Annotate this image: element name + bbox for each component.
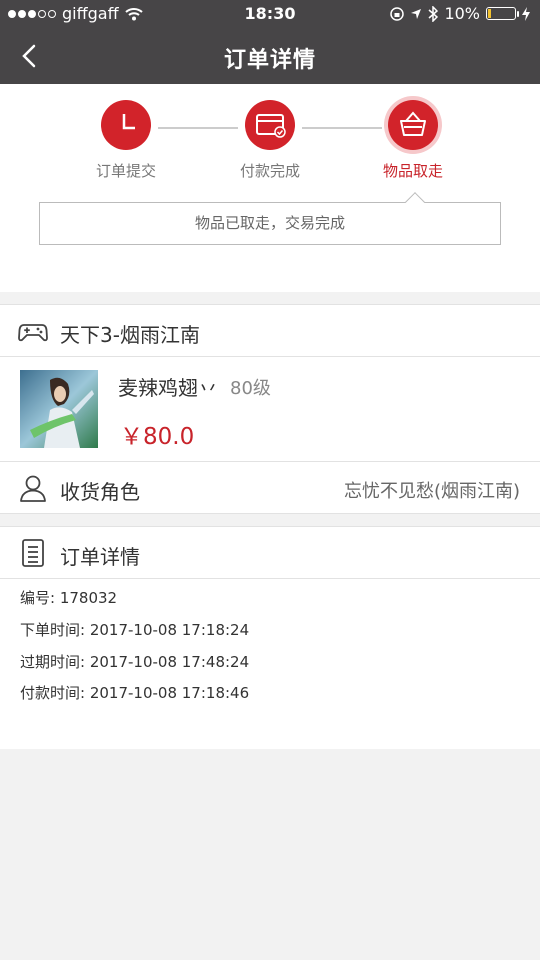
card-check-icon <box>256 114 286 138</box>
game-row: 天下3-烟雨江南 <box>0 304 540 357</box>
receiver-row: 收货角色 忘忧不见愁(烟雨江南) <box>0 461 540 514</box>
location-icon <box>411 8 422 19</box>
order-progress: 订单提交 付款完成 物品取走 物品已取走，交易完成 <box>0 84 540 292</box>
status-notice: 物品已取走，交易完成 <box>39 192 501 245</box>
item-thumbnail <box>20 370 98 448</box>
notice-text: 物品已取走，交易完成 <box>194 214 345 232</box>
item-level: 80级 <box>230 378 271 399</box>
step-circle <box>245 100 295 150</box>
clock-icon <box>122 114 135 130</box>
step-circle <box>101 100 151 150</box>
top-bar: giffgaff 18:30 10% 订单详情 <box>0 0 540 84</box>
order-number: 编号: 178032 <box>20 589 118 607</box>
gamepad-icon <box>18 324 48 342</box>
receiver-label: 收货角色 <box>60 480 140 504</box>
status-right: 10% <box>390 4 530 23</box>
progress-step-picked-up: 物品取走 <box>358 100 468 181</box>
progress-step-paid: 付款完成 <box>215 100 325 181</box>
charging-icon <box>522 6 530 21</box>
item-price: ￥80.0 <box>120 424 195 450</box>
receiver-value: 忘忧不见愁(烟雨江南) <box>343 481 520 502</box>
step-label: 物品取走 <box>382 162 443 180</box>
rotation-lock-icon <box>390 6 405 21</box>
bluetooth-icon <box>428 5 439 22</box>
status-bar: giffgaff 18:30 10% <box>0 0 540 28</box>
battery-percent: 10% <box>444 4 480 23</box>
order-details-body: 编号: 178032 下单时间: 2017-10-08 17:18:24 过期时… <box>0 579 540 749</box>
item-name: 麦辣鸡翅丷 <box>118 376 218 400</box>
order-details-title: 订单详情 <box>60 545 140 569</box>
order-expiry-time: 过期时间: 2017-10-08 17:48:24 <box>20 653 250 671</box>
page-title: 订单详情 <box>223 48 316 73</box>
notice-arrow <box>405 192 425 212</box>
item-row[interactable] <box>0 357 540 461</box>
order-placed-time: 下单时间: 2017-10-08 17:18:24 <box>20 621 250 639</box>
game-name: 天下3-烟雨江南 <box>60 323 200 347</box>
battery-icon <box>486 7 519 20</box>
order-payment-time: 付款时间: 2017-10-08 17:18:46 <box>20 684 250 702</box>
user-icon <box>20 475 46 502</box>
basket-icon <box>400 111 426 136</box>
nav-bar: 订单详情 <box>0 28 540 84</box>
order-details-header: 订单详情 <box>0 526 540 579</box>
progress-step-submitted: 订单提交 <box>71 100 181 181</box>
step-label: 付款完成 <box>239 162 300 180</box>
step-label: 订单提交 <box>95 162 156 180</box>
step-circle <box>388 100 438 150</box>
document-icon <box>22 539 44 567</box>
